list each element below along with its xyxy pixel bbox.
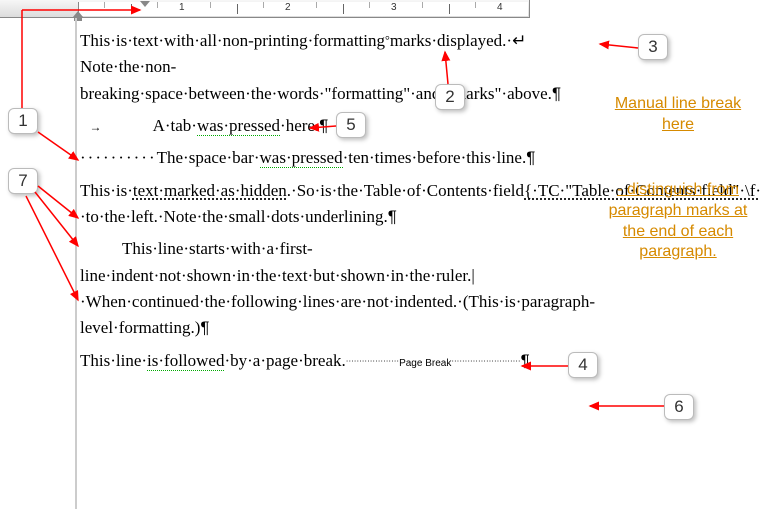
- space-dots: ··········: [80, 148, 157, 167]
- annotation-distinguish: - distinguish from paragraph marks at th…: [608, 180, 748, 263]
- pilcrow-icon: ¶: [521, 351, 530, 370]
- callout-4: 4: [568, 352, 598, 378]
- paragraph-2: → A·tab·was·pressed·here.¶: [80, 113, 586, 139]
- paragraph-1: This·is·text·with·all·non-printing·forma…: [80, 28, 586, 107]
- ruler[interactable]: 1 2 3 4: [0, 0, 530, 18]
- pilcrow-icon: ¶: [526, 148, 535, 167]
- page-left-margin: [75, 18, 77, 509]
- paragraph-6: This·line·is·followed·by·a·page·break.··…: [80, 348, 586, 374]
- document-body[interactable]: This·is·text·with·all·non-printing·forma…: [80, 28, 586, 376]
- ruler-mark: 2: [285, 2, 291, 13]
- callout-6: 6: [664, 394, 694, 420]
- callout-7: 7: [8, 168, 38, 194]
- callout-5: 5: [336, 112, 366, 138]
- pilcrow-icon: ¶: [388, 207, 397, 226]
- ruler-mark: 4: [497, 2, 503, 13]
- manual-line-break-icon: ↵: [512, 31, 526, 50]
- ruler-mark: 3: [391, 2, 397, 13]
- page-break-label: Page Break: [399, 358, 451, 369]
- pb-leader: ····················: [346, 357, 399, 366]
- annotation-manual-line-break: Manual line break here: [613, 94, 743, 136]
- callout-1: 1: [8, 108, 38, 134]
- paragraph-3: ··········The·space·bar·was·pressed·ten·…: [80, 145, 586, 171]
- paragraph-4: This·is·text·marked·as·hidden.·So·is·the…: [80, 178, 586, 231]
- paragraph-5: This·line·starts·with·a·first-line·inden…: [80, 236, 586, 341]
- pilcrow-icon: ¶: [319, 116, 328, 135]
- callout-2: 2: [435, 84, 465, 110]
- pilcrow-icon: ¶: [200, 318, 209, 337]
- hidden-text: text·marked·as·hidden: [133, 181, 287, 200]
- ruler-mark: 1: [179, 2, 185, 13]
- callout-3: 3: [638, 34, 668, 60]
- tab-arrow-icon: →: [80, 118, 110, 137]
- pilcrow-icon: ¶: [552, 84, 561, 103]
- first-line-indent-marker[interactable]: [140, 1, 150, 7]
